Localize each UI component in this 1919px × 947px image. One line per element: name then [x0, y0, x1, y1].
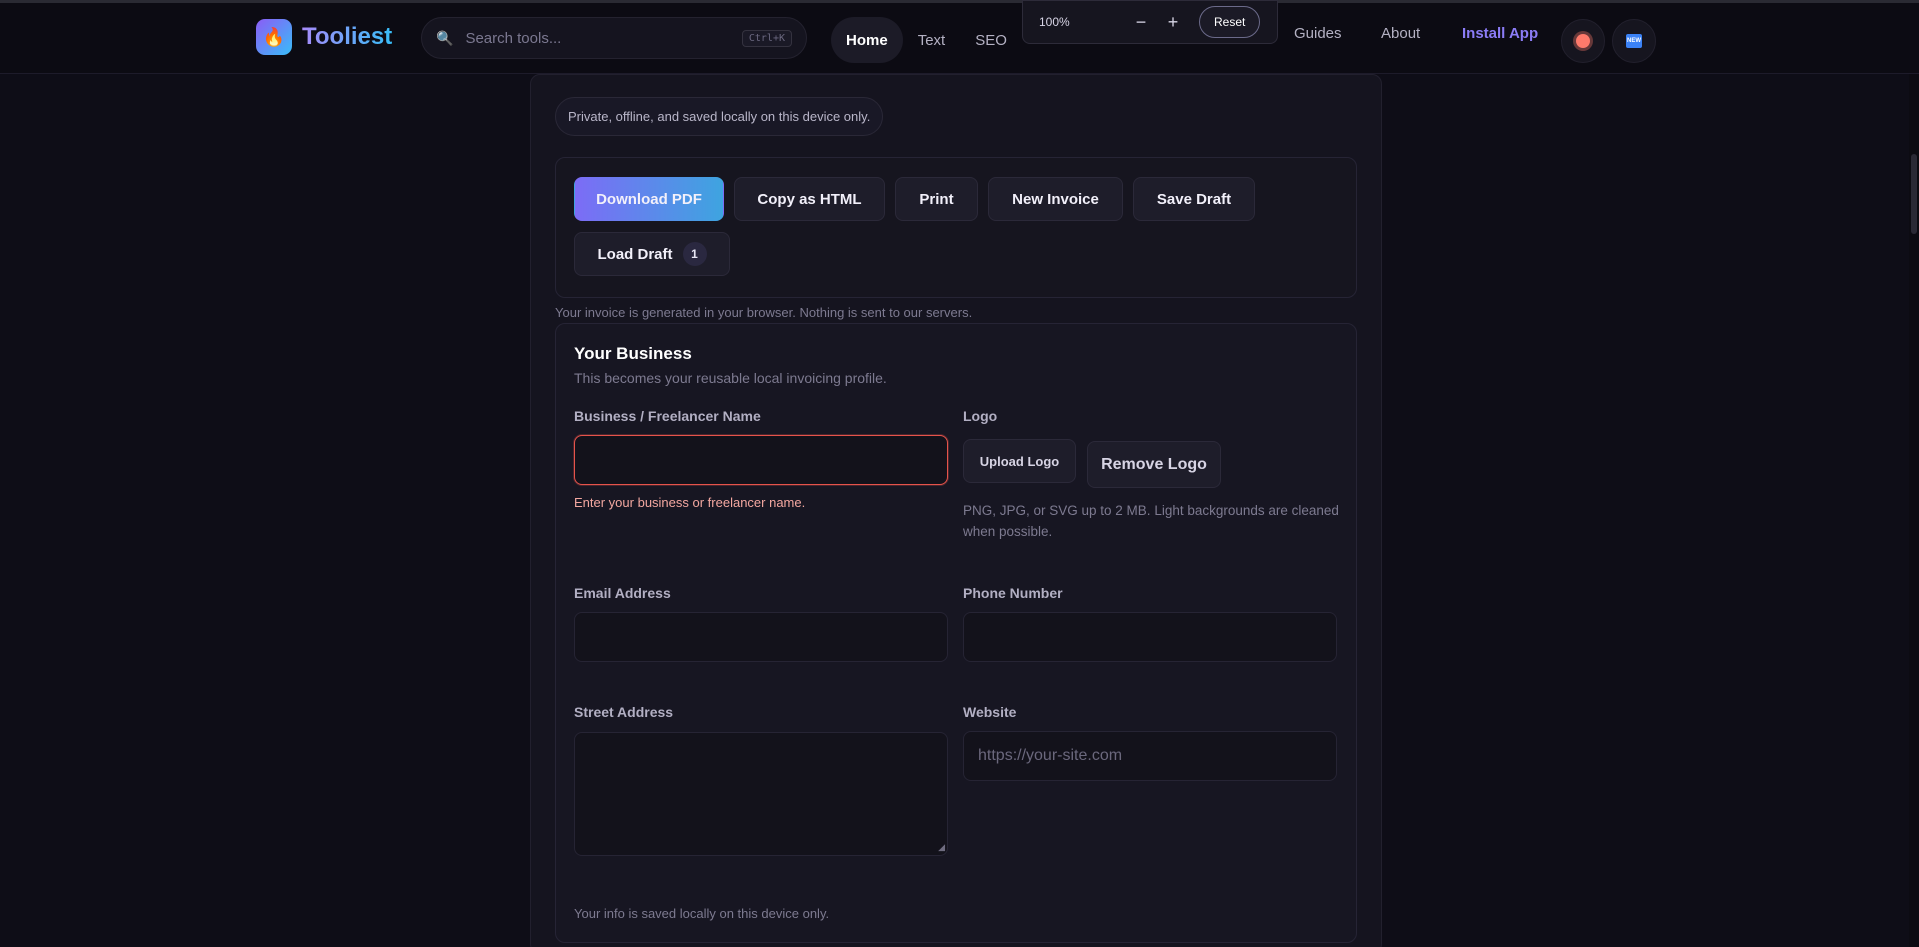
logo-label: Logo: [963, 408, 998, 424]
download-pdf-button[interactable]: Download PDF: [574, 177, 724, 221]
sun-icon: [1576, 34, 1590, 48]
theme-toggle-button[interactable]: [1561, 19, 1605, 63]
business-name-input[interactable]: [574, 435, 948, 485]
copy-html-label: Copy as HTML: [757, 190, 862, 208]
nav-about[interactable]: About: [1381, 25, 1420, 42]
site-header: 🔥 Tooliest 🔍 Search tools... Ctrl+K Home…: [0, 3, 1919, 74]
search-box[interactable]: 🔍 Search tools... Ctrl+K: [421, 17, 807, 59]
new-icon: NEW: [1626, 34, 1642, 48]
website-field[interactable]: https://your-site.com: [963, 731, 1337, 781]
phone-field[interactable]: [963, 612, 1337, 662]
new-invoice-label: New Invoice: [1012, 190, 1099, 208]
business-name-error: Enter your business or freelancer name.: [574, 495, 806, 510]
generated-note: Your invoice is generated in your browse…: [555, 305, 973, 320]
brand-logo[interactable]: 🔥 Tooliest: [256, 19, 392, 55]
email-field[interactable]: [574, 612, 948, 662]
draft-count-badge: 1: [682, 242, 707, 266]
remove-logo-button[interactable]: Remove Logo: [1087, 441, 1221, 488]
print-label: Print: [919, 190, 954, 208]
section-subtitle: This becomes your reusable local invoici…: [574, 370, 887, 386]
flame-icon: 🔥: [256, 19, 292, 55]
search-input[interactable]: Search tools...: [465, 30, 741, 47]
logo-help-text: PNG, JPG, or SVG up to 2 MB. Light backg…: [963, 503, 1339, 539]
install-app-link[interactable]: Install App: [1462, 25, 1538, 42]
main-nav: Home Text SEO: [831, 17, 1022, 63]
nav-seo[interactable]: SEO: [960, 17, 1022, 63]
brand-name: Tooliest: [302, 23, 393, 50]
privacy-pill: Private, offline, and saved locally on t…: [555, 97, 884, 136]
shortcut-hint: Ctrl+K: [741, 29, 792, 47]
zoom-in-button[interactable]: +: [1157, 12, 1189, 33]
saved-locally-note: Your info is saved locally on this devic…: [574, 906, 830, 921]
print-button[interactable]: Print: [895, 177, 978, 221]
scrollbar-thumb[interactable]: [1911, 154, 1917, 234]
zoom-level: 100%: [1039, 15, 1070, 29]
business-name-label: Business / Freelancer Name: [574, 408, 761, 424]
whats-new-button[interactable]: NEW: [1612, 19, 1656, 63]
nav-home[interactable]: Home: [831, 17, 903, 63]
copy-html-button[interactable]: Copy as HTML: [734, 177, 885, 221]
load-draft-button[interactable]: Load Draft 1: [574, 232, 730, 276]
nav-guides[interactable]: Guides: [1294, 25, 1342, 42]
website-placeholder: https://your-site.com: [978, 747, 1123, 764]
save-draft-button[interactable]: Save Draft: [1133, 177, 1255, 221]
download-pdf-label: Download PDF: [596, 190, 702, 208]
email-label: Email Address: [574, 585, 671, 601]
page-scrollbar[interactable]: [1909, 74, 1919, 947]
upload-logo-label: Upload Logo: [979, 453, 1060, 469]
search-icon: 🔍: [436, 29, 454, 46]
nav-text[interactable]: Text: [903, 17, 961, 63]
zoom-popup: 100% − + Reset: [1022, 0, 1278, 44]
remove-logo-label: Remove Logo: [1101, 455, 1207, 473]
load-draft-label: Load Draft: [597, 245, 673, 263]
resize-handle-icon[interactable]: ◢: [938, 842, 945, 853]
upload-logo-button[interactable]: Upload Logo: [963, 439, 1076, 483]
phone-label: Phone Number: [963, 585, 1063, 601]
zoom-out-button[interactable]: −: [1125, 12, 1157, 33]
zoom-reset-button[interactable]: Reset: [1199, 6, 1261, 38]
street-label: Street Address: [574, 704, 674, 720]
save-draft-label: Save Draft: [1156, 190, 1232, 208]
street-address-textarea[interactable]: ◢: [574, 732, 948, 856]
website-label: Website: [963, 704, 1017, 720]
section-title: Your Business: [574, 344, 692, 363]
new-invoice-button[interactable]: New Invoice: [988, 177, 1123, 221]
